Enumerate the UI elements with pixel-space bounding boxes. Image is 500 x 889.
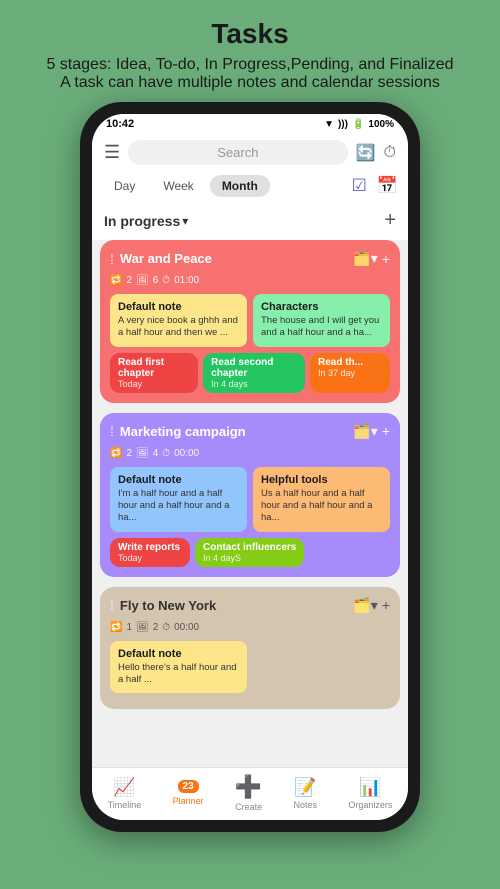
- page-header: Tasks 5 stages: Idea, To-do, In Progress…: [26, 0, 473, 102]
- hamburger-icon[interactable]: ☰: [104, 142, 120, 163]
- drag-handle-icon[interactable]: ⁞: [110, 423, 114, 439]
- sessions-icon: 🔁: [110, 275, 122, 286]
- time-value: 00:00: [174, 622, 199, 633]
- create-icon: ➕: [235, 774, 262, 800]
- task-title: Marketing campaign: [120, 424, 349, 439]
- time-value: 01:00: [174, 275, 199, 286]
- session-chip-2[interactable]: Read second chapter In 4 days: [203, 353, 305, 393]
- sessions-count: 2: [126, 275, 132, 286]
- tabs-row: Day Week Month ☑ 📅: [92, 171, 408, 203]
- notes-icon: 🖼: [136, 448, 149, 459]
- page-title: Tasks: [46, 18, 453, 50]
- search-input[interactable]: Search: [128, 140, 347, 165]
- session-chip-1[interactable]: Write reports Today: [110, 538, 190, 567]
- section-add-button[interactable]: +: [384, 209, 396, 232]
- planner-badge: 23: [178, 780, 199, 793]
- nav-label-create: Create: [235, 802, 262, 812]
- note-card-characters[interactable]: Characters The house and I will get you …: [253, 294, 390, 347]
- nav-timeline[interactable]: 📈 Timeline: [108, 777, 142, 810]
- notes-count: 4: [153, 448, 159, 459]
- task-card-marketing: ⁞ Marketing campaign 🗂️▾ + 🔁 2 🖼 4 ⏱ 00:…: [100, 413, 400, 577]
- task-meta: 🔁 1 🖼 2 ⏱ 00:00: [110, 622, 390, 633]
- task-meta: 🔁 2 🖼 4 ⏱ 00:00: [110, 448, 390, 459]
- refresh-icon[interactable]: 🔄: [356, 143, 376, 163]
- notes-count: 6: [153, 275, 159, 286]
- sessions-row: Write reports Today Contact influencers …: [110, 538, 390, 567]
- notes-icon: 📝: [294, 777, 316, 798]
- notes-count: 2: [153, 622, 159, 633]
- task-card-fly: ⁞ Fly to New York 🗂️▾ + 🔁 1 🖼 2 ⏱ 00:00 …: [100, 587, 400, 710]
- status-bar: 10:42 ▼ ))) 🔋 100%: [92, 114, 408, 134]
- drag-handle-icon[interactable]: ⁞: [110, 251, 114, 267]
- top-bar: ☰ Search 🔄 ⏱: [92, 134, 408, 171]
- time-icon: ⏱: [162, 622, 170, 633]
- timer-icon[interactable]: ⏱: [384, 144, 396, 162]
- sessions-count: 1: [126, 622, 132, 633]
- nav-label-notes: Notes: [294, 800, 318, 810]
- sessions-icon: 🔁: [110, 622, 122, 633]
- task-meta: 🔁 2 🖼 6 ⏱ 01:00: [110, 275, 390, 286]
- tab-month[interactable]: Month: [210, 175, 270, 197]
- sessions-count: 2: [126, 448, 132, 459]
- phone-frame: 10:42 ▼ ))) 🔋 100% ☰ Search 🔄 ⏱ Day Week…: [80, 102, 420, 832]
- nav-organizers[interactable]: 📊 Organizers: [348, 777, 392, 810]
- nav-label-organizers: Organizers: [348, 800, 392, 810]
- note-card-default[interactable]: Default note Hello there's a half hour a…: [110, 641, 247, 694]
- session-chip-1[interactable]: Read first chapter Today: [110, 353, 198, 393]
- task-copy-icon[interactable]: 🗂️▾: [353, 423, 377, 440]
- sessions-icon: 🔁: [110, 448, 122, 459]
- nav-notes[interactable]: 📝 Notes: [294, 777, 318, 810]
- timeline-icon: 📈: [113, 777, 135, 798]
- session-chip-2[interactable]: Contact influencers In 4 dayS: [195, 538, 304, 567]
- nav-label-planner: Planner: [173, 796, 204, 806]
- sessions-row: Read first chapter Today Read second cha…: [110, 353, 390, 393]
- note-card-default[interactable]: Default note A very nice book a ghhh and…: [110, 294, 247, 347]
- tab-week[interactable]: Week: [151, 175, 205, 197]
- status-time: 10:42: [106, 118, 134, 130]
- notes-icon: 🖼: [136, 622, 149, 633]
- section-arrow-icon[interactable]: ▾: [182, 214, 188, 228]
- task-copy-icon[interactable]: 🗂️▾: [353, 597, 377, 614]
- time-value: 00:00: [174, 448, 199, 459]
- nav-label-timeline: Timeline: [108, 800, 142, 810]
- status-icons: ▼ ))) 🔋 100%: [324, 119, 394, 130]
- task-list: ⁞ War and Peace 🗂️▾ + 🔁 2 🖼 6 ⏱ 01:00 De…: [92, 240, 408, 767]
- signal-icon: ▼: [324, 119, 334, 130]
- task-add-icon[interactable]: +: [382, 251, 390, 267]
- wifi-icon: ))): [338, 119, 348, 130]
- section-title: In progress: [104, 213, 180, 229]
- notes-icon: 🖼: [136, 275, 149, 286]
- checkbox-icon[interactable]: ☑: [352, 176, 367, 196]
- nav-planner[interactable]: 23 Planner: [173, 780, 204, 806]
- nav-create[interactable]: ➕ Create: [235, 774, 262, 812]
- time-icon: ⏱: [162, 275, 170, 286]
- page-subtitle: 5 stages: Idea, To-do, In Progress,Pendi…: [46, 56, 453, 92]
- battery-icon: 🔋: [352, 119, 364, 130]
- organizers-icon: 📊: [359, 777, 381, 798]
- time-icon: ⏱: [162, 448, 170, 459]
- note-card-helpful[interactable]: Helpful tools Us a half hour and a half …: [253, 467, 390, 532]
- task-title: War and Peace: [120, 251, 349, 266]
- drag-handle-icon[interactable]: ⁞: [110, 597, 114, 613]
- task-title: Fly to New York: [120, 598, 349, 613]
- calendar-icon[interactable]: 📅: [377, 176, 398, 196]
- notes-grid: Default note Hello there's a half hour a…: [110, 641, 390, 694]
- battery-level: 100%: [368, 119, 394, 130]
- phone-screen: 10:42 ▼ ))) 🔋 100% ☰ Search 🔄 ⏱ Day Week…: [92, 114, 408, 820]
- task-card-war-and-peace: ⁞ War and Peace 🗂️▾ + 🔁 2 🖼 6 ⏱ 01:00 De…: [100, 240, 400, 403]
- section-header: In progress ▾ +: [92, 203, 408, 240]
- notes-grid: Default note I'm a half hour and a half …: [110, 467, 390, 532]
- task-copy-icon[interactable]: 🗂️▾: [353, 250, 377, 267]
- task-add-icon[interactable]: +: [382, 597, 390, 613]
- note-card-default[interactable]: Default note I'm a half hour and a half …: [110, 467, 247, 532]
- task-add-icon[interactable]: +: [382, 423, 390, 439]
- bottom-nav: 📈 Timeline 23 Planner ➕ Create 📝 Notes 📊…: [92, 767, 408, 820]
- session-chip-3[interactable]: Read th... In 37 day: [310, 353, 390, 393]
- notes-grid: Default note A very nice book a ghhh and…: [110, 294, 390, 347]
- tab-day[interactable]: Day: [102, 175, 147, 197]
